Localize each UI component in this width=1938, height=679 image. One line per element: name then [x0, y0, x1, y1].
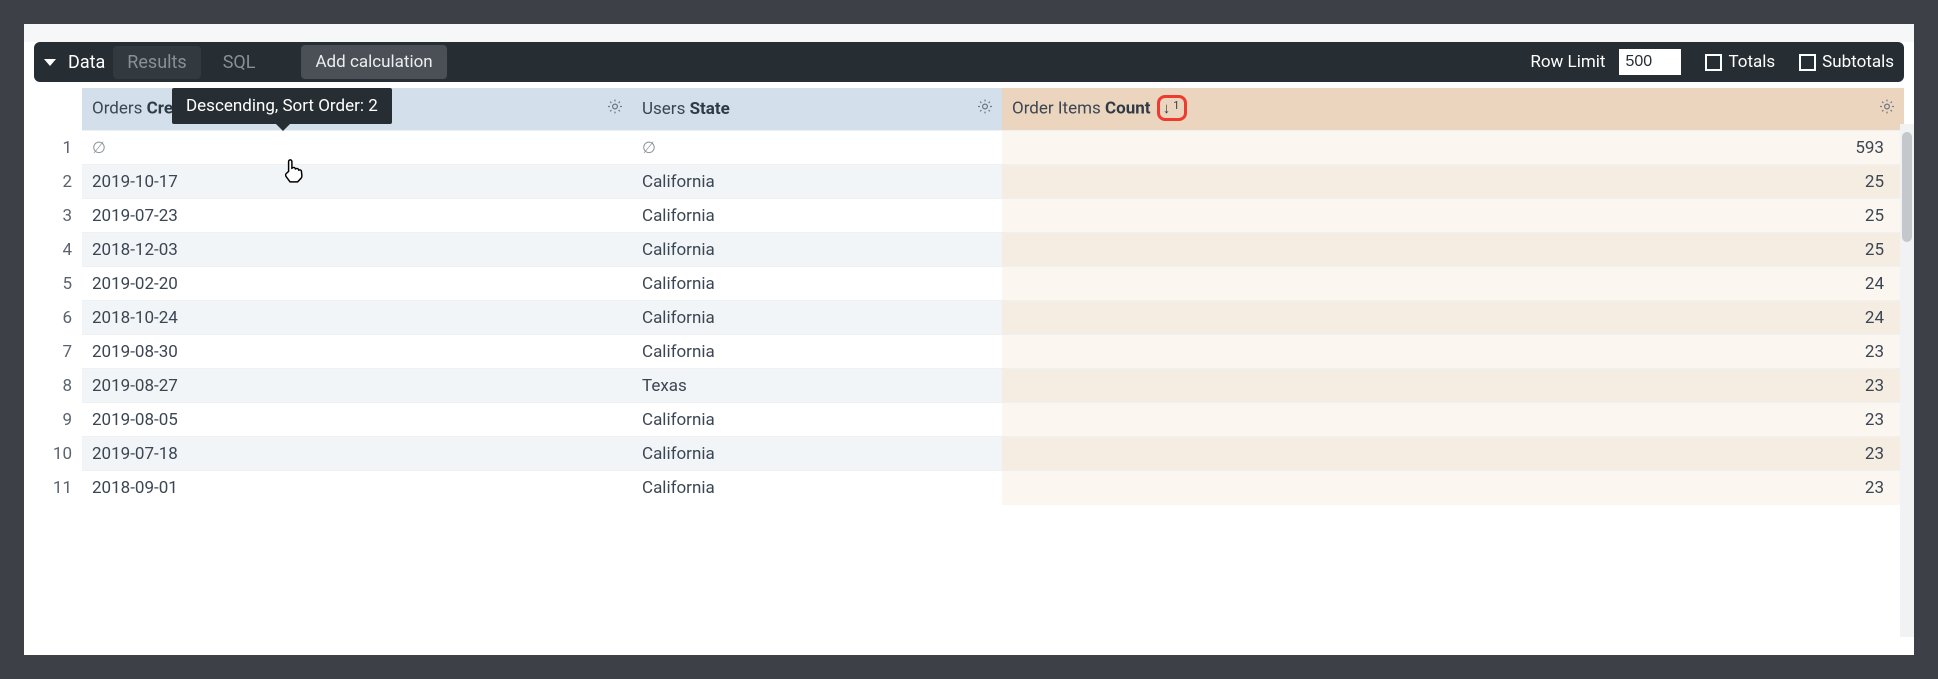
cell-created-date[interactable]: 2019-02-20 — [82, 267, 632, 301]
table-row: 102019-07-18California23 — [34, 437, 1904, 471]
table-row: 62018-10-24California24 — [34, 301, 1904, 335]
tab-results[interactable]: Results — [113, 46, 200, 79]
cell-created-date[interactable]: ∅ — [82, 131, 632, 165]
cell-count[interactable]: 23 — [1002, 335, 1904, 369]
cell-users-state[interactable]: California — [632, 233, 1002, 267]
col-prefix: Order Items — [1012, 99, 1105, 119]
cell-created-date[interactable]: 2019-08-05 — [82, 403, 632, 437]
row-number: 9 — [34, 403, 82, 437]
table-row: 72019-08-30California23 — [34, 335, 1904, 369]
col-prefix: Users — [642, 99, 690, 119]
totals-label: Totals — [1728, 52, 1775, 72]
panel-top-strip — [24, 24, 1914, 42]
sort-indicator-count[interactable]: ↓ 1 — [1157, 95, 1188, 121]
col-prefix: Orders — [92, 99, 147, 119]
row-number: 7 — [34, 335, 82, 369]
results-grid: Orders Created Date ↓ 2 Users State — [34, 88, 1904, 649]
cell-created-date[interactable]: 2019-07-23 — [82, 199, 632, 233]
cell-users-state[interactable]: California — [632, 403, 1002, 437]
cell-count[interactable]: 23 — [1002, 369, 1904, 403]
col-name: State — [690, 99, 730, 119]
table-row: 42018-12-03California25 — [34, 233, 1904, 267]
row-number: 2 — [34, 165, 82, 199]
data-panel: Data Results SQL Add calculation Row Lim… — [24, 24, 1914, 655]
table-row: 92019-08-05California23 — [34, 403, 1904, 437]
gear-icon[interactable] — [976, 98, 994, 121]
row-number: 1 — [34, 131, 82, 165]
cell-count[interactable]: 23 — [1002, 471, 1904, 505]
table-row: 22019-10-17California25 — [34, 165, 1904, 199]
table-row: 1∅∅593 — [34, 131, 1904, 165]
row-number: 8 — [34, 369, 82, 403]
sort-tooltip: Descending, Sort Order: 2 — [172, 88, 392, 124]
subtotals-label: Subtotals — [1822, 52, 1894, 72]
rownum-header — [34, 88, 82, 131]
cell-created-date[interactable]: 2018-12-03 — [82, 233, 632, 267]
add-calculation-button[interactable]: Add calculation — [301, 45, 446, 79]
cell-count[interactable]: 25 — [1002, 165, 1904, 199]
cell-created-date[interactable]: 2019-07-18 — [82, 437, 632, 471]
cell-users-state[interactable]: California — [632, 301, 1002, 335]
section-label: Data — [68, 52, 105, 73]
row-number: 4 — [34, 233, 82, 267]
row-number: 11 — [34, 471, 82, 505]
table-row: 52019-02-20California24 — [34, 267, 1904, 301]
cell-created-date[interactable]: 2018-09-01 — [82, 471, 632, 505]
table-row: 32019-07-23California25 — [34, 199, 1904, 233]
cell-users-state[interactable]: California — [632, 335, 1002, 369]
cell-count[interactable]: 23 — [1002, 403, 1904, 437]
gear-icon[interactable] — [606, 98, 624, 121]
cell-count[interactable]: 593 — [1002, 131, 1904, 165]
tab-sql[interactable]: SQL — [209, 46, 270, 79]
row-number: 3 — [34, 199, 82, 233]
row-number: 5 — [34, 267, 82, 301]
cell-created-date[interactable]: 2019-08-27 — [82, 369, 632, 403]
table-row: 112018-09-01California23 — [34, 471, 1904, 505]
cell-users-state[interactable]: California — [632, 199, 1002, 233]
cell-created-date[interactable]: 2019-10-17 — [82, 165, 632, 199]
subtotals-checkbox[interactable] — [1799, 54, 1816, 71]
row-number: 10 — [34, 437, 82, 471]
table-row: 82019-08-27Texas23 — [34, 369, 1904, 403]
row-number: 6 — [34, 301, 82, 335]
data-toolbar: Data Results SQL Add calculation Row Lim… — [34, 42, 1904, 82]
vertical-scrollbar[interactable] — [1900, 124, 1914, 637]
scroll-thumb[interactable] — [1902, 132, 1912, 242]
col-name: Count — [1105, 99, 1151, 119]
cell-count[interactable]: 25 — [1002, 199, 1904, 233]
arrow-down-icon: ↓ — [1163, 101, 1171, 116]
col-header-order-items-count[interactable]: Order Items Count ↓ 1 — [1002, 88, 1904, 131]
cell-users-state[interactable]: California — [632, 471, 1002, 505]
cell-count[interactable]: 25 — [1002, 233, 1904, 267]
cell-count[interactable]: 24 — [1002, 267, 1904, 301]
cell-count[interactable]: 24 — [1002, 301, 1904, 335]
cell-created-date[interactable]: 2019-08-30 — [82, 335, 632, 369]
collapse-caret-icon[interactable] — [44, 59, 56, 66]
col-header-users-state[interactable]: Users State — [632, 88, 1002, 131]
row-limit-input[interactable] — [1619, 49, 1681, 75]
row-limit-label: Row Limit — [1530, 52, 1605, 72]
sort-order-num: 1 — [1173, 99, 1179, 112]
cell-users-state[interactable]: Texas — [632, 369, 1002, 403]
cell-users-state[interactable]: California — [632, 267, 1002, 301]
cell-users-state[interactable]: California — [632, 165, 1002, 199]
cell-created-date[interactable]: 2018-10-24 — [82, 301, 632, 335]
cell-count[interactable]: 23 — [1002, 437, 1904, 471]
totals-checkbox[interactable] — [1705, 54, 1722, 71]
cell-users-state[interactable]: California — [632, 437, 1002, 471]
gear-icon[interactable] — [1878, 98, 1896, 121]
cell-users-state[interactable]: ∅ — [632, 131, 1002, 165]
